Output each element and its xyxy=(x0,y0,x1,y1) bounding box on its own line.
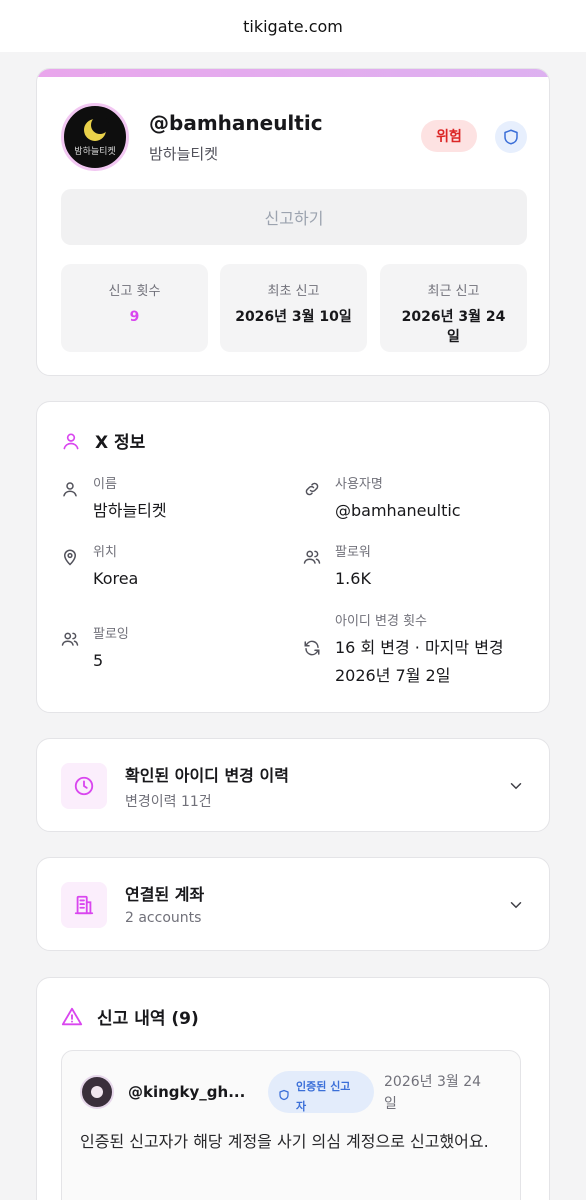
field-value: 1.6K xyxy=(335,569,371,588)
avatar-logo-text: 밤하늘티켓 xyxy=(74,147,116,157)
profile-card: 밤하늘티켓 @bamhaneultic 밤하늘티켓 위험 신고하기 신고 횟수 … xyxy=(36,68,550,376)
refresh-icon xyxy=(304,640,320,656)
field-value: @bamhaneultic xyxy=(335,501,461,520)
location-pin-icon xyxy=(63,549,77,566)
reporter-handle[interactable]: @kingky_gh... xyxy=(128,1083,245,1101)
profile-display-name: 밤하늘티켓 xyxy=(149,145,219,163)
report-item[interactable]: @kingky_gh... 인증된 신고 자 2026년 3월 24 일 인증된… xyxy=(61,1050,521,1200)
shield-icon xyxy=(504,129,518,145)
reporter-avatar xyxy=(80,1075,114,1109)
x-info-title: X 정보 xyxy=(95,433,146,453)
verified-badge-text: 인증된 신고 xyxy=(296,1080,351,1093)
x-info-card: X 정보 이름밤하늘티켓 사용자명 @bamhaneultic 위치 Korea 팔… xyxy=(36,401,550,713)
chevron-down-icon[interactable] xyxy=(507,896,525,914)
field-username: 사용자명 @bamhaneultic xyxy=(303,476,461,524)
field-value: Korea xyxy=(93,569,139,588)
reports-header: 신고 내역 (9) xyxy=(61,1004,199,1029)
risk-badge: 위험 xyxy=(421,120,477,152)
report-date-line2: 일 xyxy=(384,1096,397,1112)
clock-icon-box xyxy=(61,763,107,809)
field-value: 16 회 변경 · 마지막 변경 xyxy=(335,638,504,657)
users-icon xyxy=(61,632,79,646)
stat-value: 9 xyxy=(129,309,140,325)
id-history-subtitle: 변경이력 11건 xyxy=(125,794,212,810)
warning-icon xyxy=(61,1007,83,1025)
report-date-line1: 2026년 3월 24 xyxy=(384,1074,482,1090)
stat-latest-report: 최근 신고 2026년 3월 24일 xyxy=(380,264,527,352)
linked-accounts-title: 연결된 계좌 xyxy=(125,885,205,904)
id-history-card[interactable]: 확인된 아이디 변경 이력 변경이력 11건 xyxy=(36,738,550,832)
reports-card: 신고 내역 (9) @kingky_gh... 인증된 신고 자 2026년 3… xyxy=(36,977,550,1200)
field-label: 사용자명 xyxy=(335,477,383,492)
field-label: 이름 xyxy=(93,477,117,492)
field-location: 위치 Korea xyxy=(61,544,138,592)
field-name: 이름밤하늘티켓 xyxy=(61,476,167,524)
user-icon xyxy=(63,433,79,449)
id-history-title: 확인된 아이디 변경 이력 xyxy=(125,766,289,785)
stat-label: 신고 횟수 xyxy=(108,284,161,299)
stat-label: 최초 신고 xyxy=(267,284,320,299)
report-button[interactable]: 신고하기 xyxy=(61,189,527,245)
field-value-line2: 2026년 7월 2일 xyxy=(335,666,451,685)
report-text: 인증된 신고자가 해당 계정을 사기 의심 계정으로 신고했어요. xyxy=(80,1132,489,1151)
field-value: 5 xyxy=(93,651,104,670)
url-text: tikigate.com xyxy=(243,16,343,36)
stat-value: 2026년 3월 10일 xyxy=(235,309,352,325)
field-id-changes: 아이디 변경 횟수 16 회 변경 · 마지막 변경 2026년 7월 2일 xyxy=(303,613,504,689)
browser-address-bar[interactable]: tikigate.com xyxy=(0,0,586,52)
x-info-header: X 정보 xyxy=(61,428,145,453)
field-label: 위치 xyxy=(93,545,117,560)
linked-accounts-card[interactable]: 연결된 계좌 2 accounts xyxy=(36,857,550,951)
shield-button[interactable] xyxy=(495,121,527,153)
stat-value: 2026년 3월 24일 xyxy=(401,309,506,345)
building-icon-box xyxy=(61,882,107,928)
profile-accent-bar xyxy=(37,69,549,77)
stat-report-count: 신고 횟수 9 xyxy=(61,264,208,352)
field-label: 팔로워 xyxy=(335,545,371,560)
shield-icon xyxy=(279,1089,289,1101)
verified-reporter-badge: 인증된 신고 자 xyxy=(268,1071,374,1113)
field-label: 팔로잉 xyxy=(93,627,129,642)
profile-handle: @bamhaneultic xyxy=(149,111,323,135)
chevron-down-icon[interactable] xyxy=(507,777,525,795)
field-value: 밤하늘티켓 xyxy=(93,501,167,520)
stat-first-report: 최초 신고 2026년 3월 10일 xyxy=(220,264,367,352)
moon-logo-icon xyxy=(84,116,109,141)
link-icon xyxy=(305,482,319,496)
reports-title: 신고 내역 (9) xyxy=(97,1009,199,1029)
user-icon xyxy=(63,482,77,497)
avatar: 밤하늘티켓 xyxy=(61,103,129,171)
report-date: 2026년 3월 24 일 xyxy=(384,1071,504,1115)
clock-icon xyxy=(74,776,94,796)
stat-label: 최근 신고 xyxy=(427,284,480,299)
users-icon xyxy=(303,550,321,564)
building-icon xyxy=(74,895,94,915)
field-label: 아이디 변경 횟수 xyxy=(335,614,427,629)
verified-badge-text-line2: 자 xyxy=(296,1100,307,1113)
field-following: 팔로잉 5 xyxy=(61,626,129,674)
field-followers: 팔로워 1.6K xyxy=(303,544,371,592)
linked-accounts-subtitle: 2 accounts xyxy=(125,910,202,926)
